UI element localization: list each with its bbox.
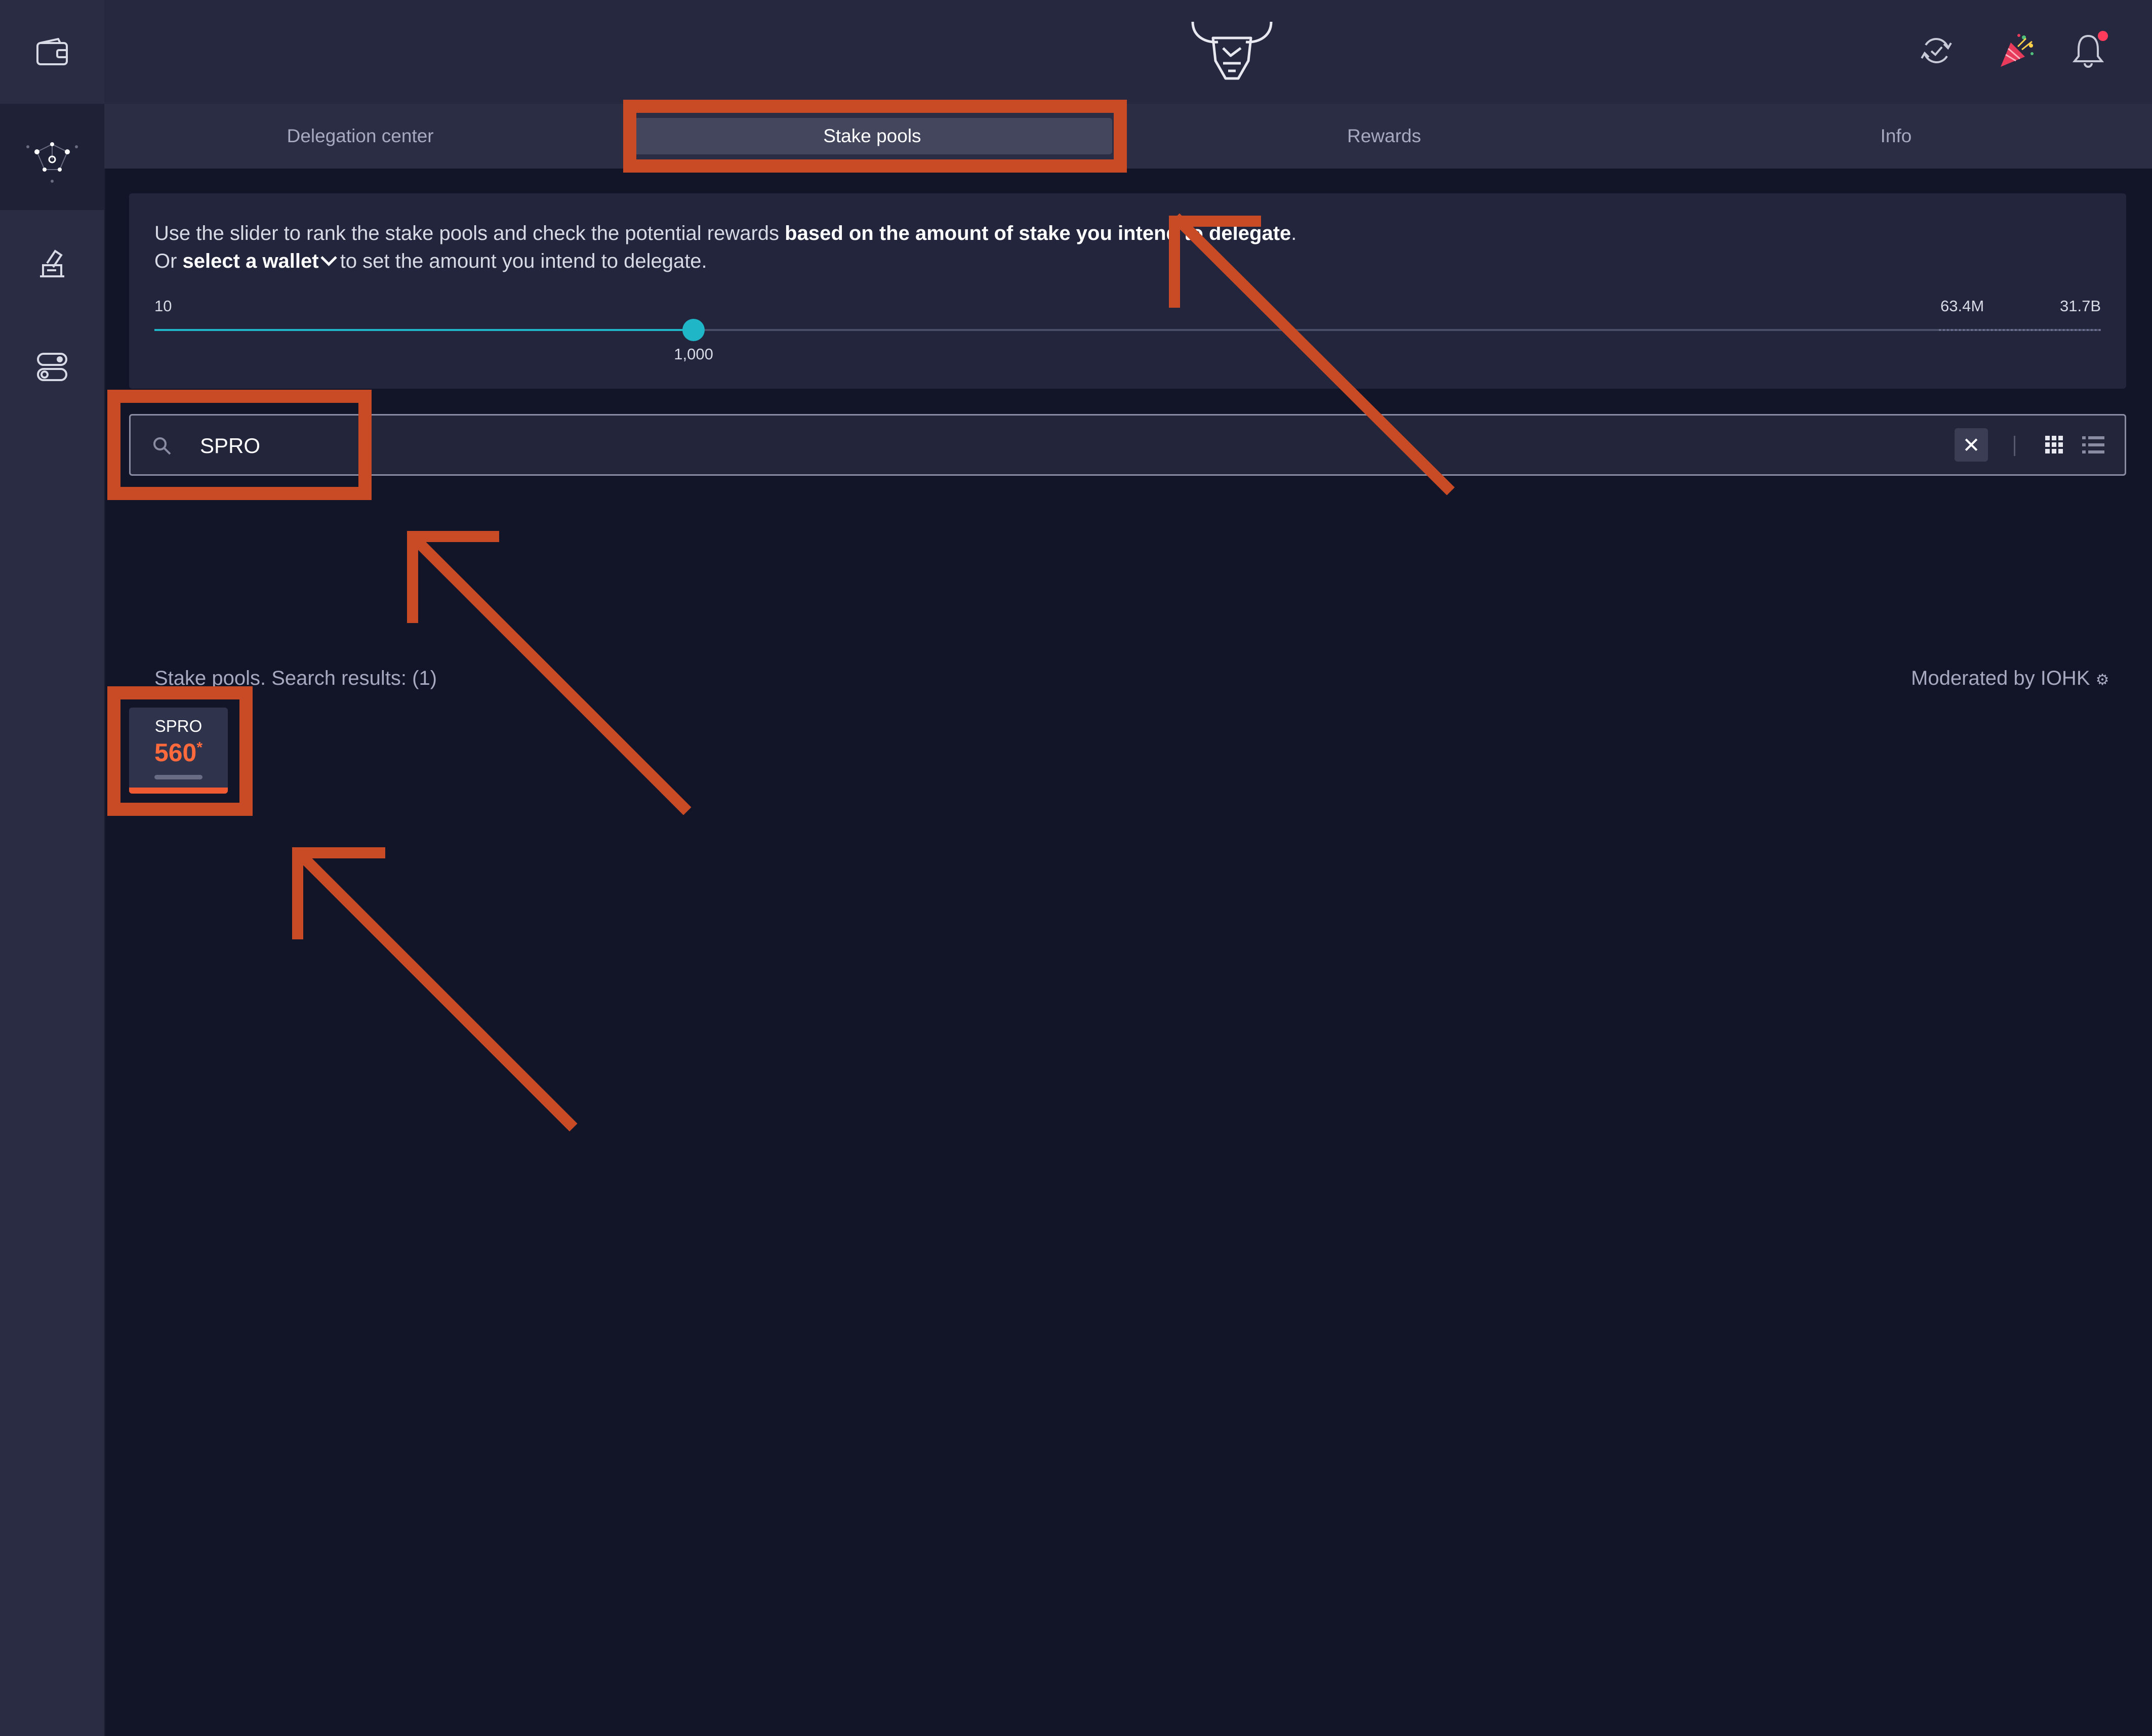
search-results-label: Stake pools. Search results: (1) xyxy=(154,667,437,689)
sync-button[interactable] xyxy=(1914,28,1959,73)
sync-icon xyxy=(1921,38,1952,63)
pool-rank-color-bar xyxy=(129,788,228,794)
voting-icon xyxy=(40,250,64,277)
tab-stake-pools[interactable]: Stake pools xyxy=(616,104,1128,169)
annotation-arrow-search xyxy=(407,531,692,815)
newsfeed-button[interactable] xyxy=(1994,28,2040,73)
pool-saturation-bar xyxy=(154,775,202,779)
sidebar-item-staking[interactable] xyxy=(0,104,104,210)
search-input[interactable] xyxy=(199,428,910,464)
gear-icon: ⚙ xyxy=(2095,672,2109,688)
wallet-icon xyxy=(36,37,68,65)
bull-logo xyxy=(1191,21,1273,80)
staking-tabs: Delegation center Stake pools Rewards In… xyxy=(104,104,2152,169)
annotation-arrow-pool xyxy=(292,847,578,1132)
notification-dot xyxy=(2098,31,2108,41)
slider-track[interactable] xyxy=(154,329,2101,331)
sidebar xyxy=(0,0,105,1736)
clear-search-button[interactable]: ✕ xyxy=(1955,428,1988,462)
party-popper-icon xyxy=(2001,34,2034,67)
stake-slider-panel: Use the slider to rank the stake pools a… xyxy=(129,193,2126,389)
select-wallet-dropdown[interactable]: select a wallet xyxy=(183,250,342,272)
notifications-button[interactable] xyxy=(2065,28,2111,73)
slider-instructions: Use the slider to rank the stake pools a… xyxy=(154,222,1297,272)
slider-max-label: 31.7B xyxy=(2060,297,2101,315)
tab-delegation-center[interactable]: Delegation center xyxy=(104,104,616,169)
list-view-icon[interactable] xyxy=(2082,435,2104,455)
sidebar-item-voting[interactable] xyxy=(0,228,104,299)
tab-info[interactable]: Info xyxy=(1640,104,2152,169)
slider-fill xyxy=(154,329,694,331)
slider-value-label: 1,000 xyxy=(674,345,713,363)
tab-rewards[interactable]: Rewards xyxy=(1128,104,1640,169)
view-divider xyxy=(2014,436,2015,456)
moderated-by-label: Moderated by IOHK ⚙ xyxy=(1911,667,2109,689)
slider-thumb[interactable] xyxy=(682,319,705,341)
stake-pool-tile[interactable]: SPRO 560* xyxy=(129,708,228,794)
slider-track-dotted xyxy=(1939,329,2101,331)
search-icon xyxy=(153,437,171,455)
staking-icon xyxy=(26,142,78,183)
search-bar: ✕ xyxy=(129,414,2126,476)
pool-rank: 560* xyxy=(154,738,203,767)
slider-mid-label: 63.4M xyxy=(1940,297,1984,315)
sidebar-item-settings[interactable] xyxy=(0,334,104,400)
top-bar xyxy=(104,0,2152,104)
sidebar-item-wallets[interactable] xyxy=(0,0,104,104)
settings-icon xyxy=(37,353,67,381)
slider-min-label: 10 xyxy=(154,297,172,315)
pool-ticker: SPRO xyxy=(154,717,202,735)
grid-view-icon[interactable] xyxy=(2044,435,2064,455)
